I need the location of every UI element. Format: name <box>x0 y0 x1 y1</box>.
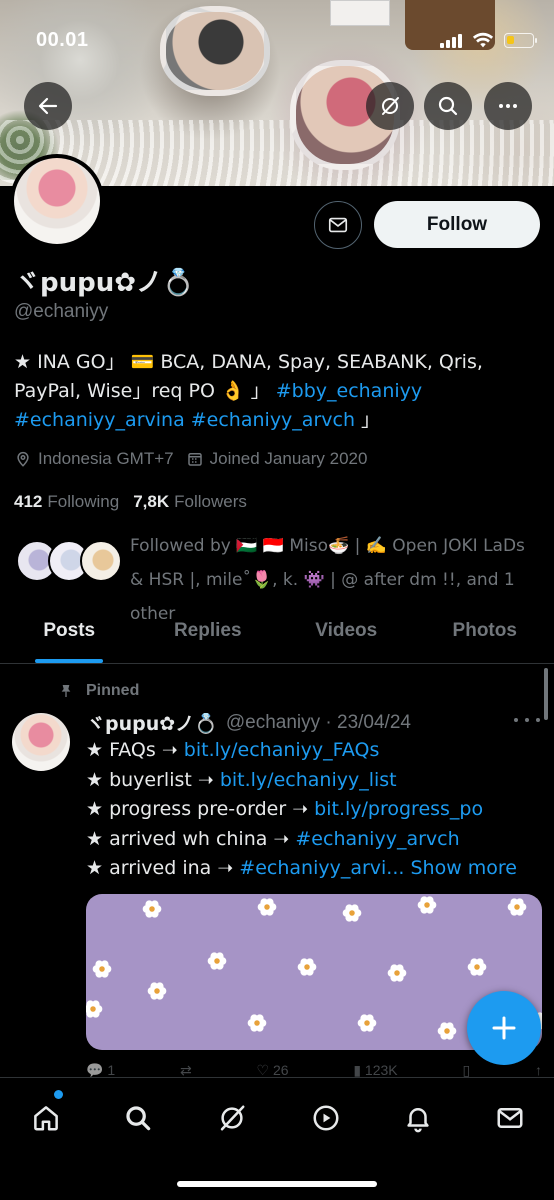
nav-search[interactable] <box>118 1098 158 1138</box>
tab-posts[interactable]: Posts <box>0 604 139 663</box>
search-button[interactable] <box>424 82 472 130</box>
active-tab-indicator <box>35 659 104 663</box>
profile-bio: ★ INA GO」 💳 BCA, DANA, Spay, SEABANK, Qr… <box>14 348 544 435</box>
status-time: 00.01 <box>36 29 89 51</box>
location: Indonesia GMT+7 <box>14 449 174 469</box>
flower-pattern <box>247 1014 267 1032</box>
video-icon <box>313 1105 339 1131</box>
home-indicator <box>177 1181 377 1187</box>
join-date: Joined January 2020 <box>186 449 367 469</box>
mail-icon <box>497 1108 523 1128</box>
flower-pattern <box>297 958 317 976</box>
pinned-label: Pinned <box>58 682 139 700</box>
post-link[interactable]: bit.ly/echaniyy_list <box>220 769 397 791</box>
followers-count-link[interactable]: 7,8K Followers <box>133 492 247 512</box>
nav-video[interactable] <box>306 1098 346 1138</box>
post-more-icon[interactable] <box>514 710 540 730</box>
bio-line-1: ★ INA GO」 💳 BCA, DANA, Spay, SEABANK, Qr… <box>14 351 483 373</box>
location-pin-icon <box>17 451 29 467</box>
grok-icon <box>220 1105 245 1131</box>
nav-messages[interactable] <box>490 1098 530 1138</box>
following-count-link[interactable]: 412 Following <box>14 492 119 512</box>
post-line: ★ arrived ina ➝ #echaniyy_arvi... Show m… <box>86 857 517 879</box>
profile-handle: @echaniyy <box>14 301 109 322</box>
post-link[interactable]: #echaniyy_arvch <box>295 828 459 850</box>
flower-pattern <box>147 982 167 1000</box>
flower-pattern <box>257 898 277 916</box>
grok-icon <box>382 97 399 115</box>
calendar-icon <box>187 453 202 466</box>
hashtag-links[interactable]: #echaniyy_arvina #echaniyy_arvch <box>14 409 355 431</box>
follow-button[interactable]: Follow <box>374 201 540 248</box>
flower-pattern <box>467 958 487 976</box>
hashtag-link[interactable]: #bby_echaniyy <box>276 380 422 402</box>
display-name: ヾpupu✿ノ💍 <box>14 268 195 298</box>
profile-meta: Indonesia GMT+7 Joined January 2020 <box>14 449 379 469</box>
profile-avatar[interactable] <box>10 154 104 248</box>
home-notification-dot <box>54 1090 63 1099</box>
bio-line-2: PayPal, Wise」req PO 👌 」 #bby_echaniyy <box>14 380 423 402</box>
post-author-avatar[interactable] <box>12 713 70 771</box>
grok-button[interactable] <box>366 82 414 130</box>
flower-pattern <box>437 1022 457 1040</box>
nav-home[interactable] <box>26 1098 66 1138</box>
wifi-icon <box>472 31 494 49</box>
plus-icon <box>492 1016 516 1040</box>
scrollbar[interactable] <box>544 668 548 720</box>
flower-pattern <box>417 896 437 914</box>
post-line: ★ arrived wh china ➝ #echaniyy_arvch <box>86 827 460 850</box>
tab-replies[interactable]: Replies <box>139 604 278 663</box>
bio-line-3: #echaniyy_arvina #echaniyy_arvch 」 <box>14 409 381 431</box>
post-author-meta: @echaniyy · 23/04/24 <box>225 711 411 733</box>
nav-grok[interactable] <box>212 1098 252 1138</box>
post-line: ★ progress pre-order ➝ bit.ly/progress_p… <box>86 798 484 820</box>
signal-icon <box>440 34 466 48</box>
flower-pattern <box>142 900 162 918</box>
post-line: ★ FAQs ➝ bit.ly/echaniyy_FAQs <box>86 739 380 761</box>
post-text: ★ FAQs ➝ bit.ly/echaniyy_FAQs ★ buyerlis… <box>86 736 536 884</box>
post-author-name[interactable]: ヾpupu✿ノ💍 <box>86 709 218 736</box>
flower-pattern <box>86 1000 103 1018</box>
search-icon <box>126 1106 151 1131</box>
profile-tabs: Posts Replies Videos Photos <box>0 604 554 664</box>
post-link[interactable]: #echaniyy_arvi... <box>239 857 404 879</box>
flower-pattern <box>507 898 527 916</box>
envelope-icon <box>328 217 348 233</box>
home-icon <box>34 1106 58 1131</box>
compose-button[interactable] <box>467 991 541 1065</box>
nav-notifications[interactable] <box>398 1098 438 1138</box>
more-icon <box>499 104 517 108</box>
flower-pattern <box>207 952 227 970</box>
mutual-followers-avatars[interactable] <box>16 540 122 584</box>
follow-counts: 412 Following 7,8K Followers <box>14 492 261 512</box>
flower-pattern <box>342 904 362 922</box>
post-header: ヾpupu✿ノ💍 @echaniyy · 23/04/24 <box>86 709 411 736</box>
pin-icon <box>61 685 71 697</box>
status-bar: 00.01 <box>0 0 554 80</box>
battery-icon <box>504 33 537 48</box>
more-options-button[interactable] <box>484 82 532 130</box>
tab-videos[interactable]: Videos <box>277 604 416 663</box>
avatar <box>80 540 122 582</box>
bell-icon <box>407 1108 429 1133</box>
post-link[interactable]: bit.ly/echaniyy_FAQs <box>184 739 380 761</box>
post-link[interactable]: bit.ly/progress_po <box>314 798 483 820</box>
message-button[interactable] <box>314 201 362 249</box>
post-line: ★ buyerlist ➝ bit.ly/echaniyy_list <box>86 768 397 791</box>
flower-pattern <box>92 960 112 978</box>
flower-pattern <box>357 1014 377 1032</box>
search-icon <box>438 96 458 116</box>
show-more-link[interactable]: Show more <box>404 857 517 879</box>
back-button[interactable] <box>24 82 72 130</box>
flower-pattern <box>387 964 407 982</box>
tab-photos[interactable]: Photos <box>416 604 554 663</box>
arrow-left-icon <box>38 97 58 115</box>
